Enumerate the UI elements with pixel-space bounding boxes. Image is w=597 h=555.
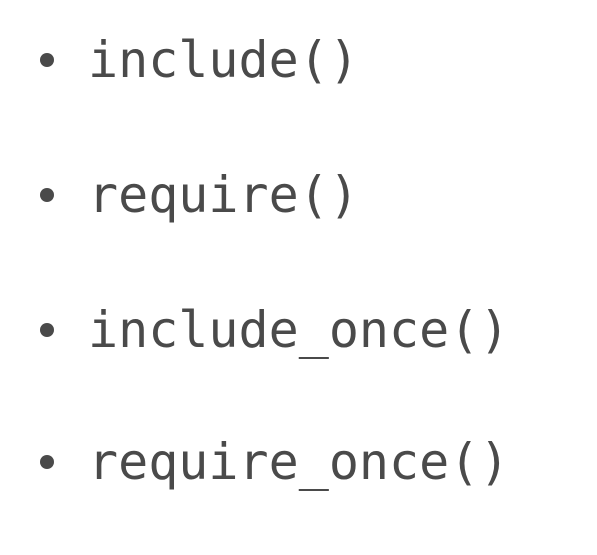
- list-item-require: require(): [40, 165, 359, 225]
- bullet-icon: [40, 53, 54, 67]
- list-item-label: require(): [88, 166, 359, 224]
- list-item-require-once: require_once(): [40, 432, 509, 492]
- list-item-include-once: include_once(): [40, 300, 509, 360]
- bullet-icon: [40, 455, 54, 469]
- list-item-include: include(): [40, 30, 359, 90]
- bullet-icon: [40, 323, 54, 337]
- function-list: include() require() include_once() requi…: [0, 0, 597, 555]
- list-item-label: include(): [88, 31, 359, 89]
- bullet-icon: [40, 188, 54, 202]
- list-item-label: require_once(): [88, 433, 510, 491]
- list-item-label: include_once(): [88, 301, 510, 359]
